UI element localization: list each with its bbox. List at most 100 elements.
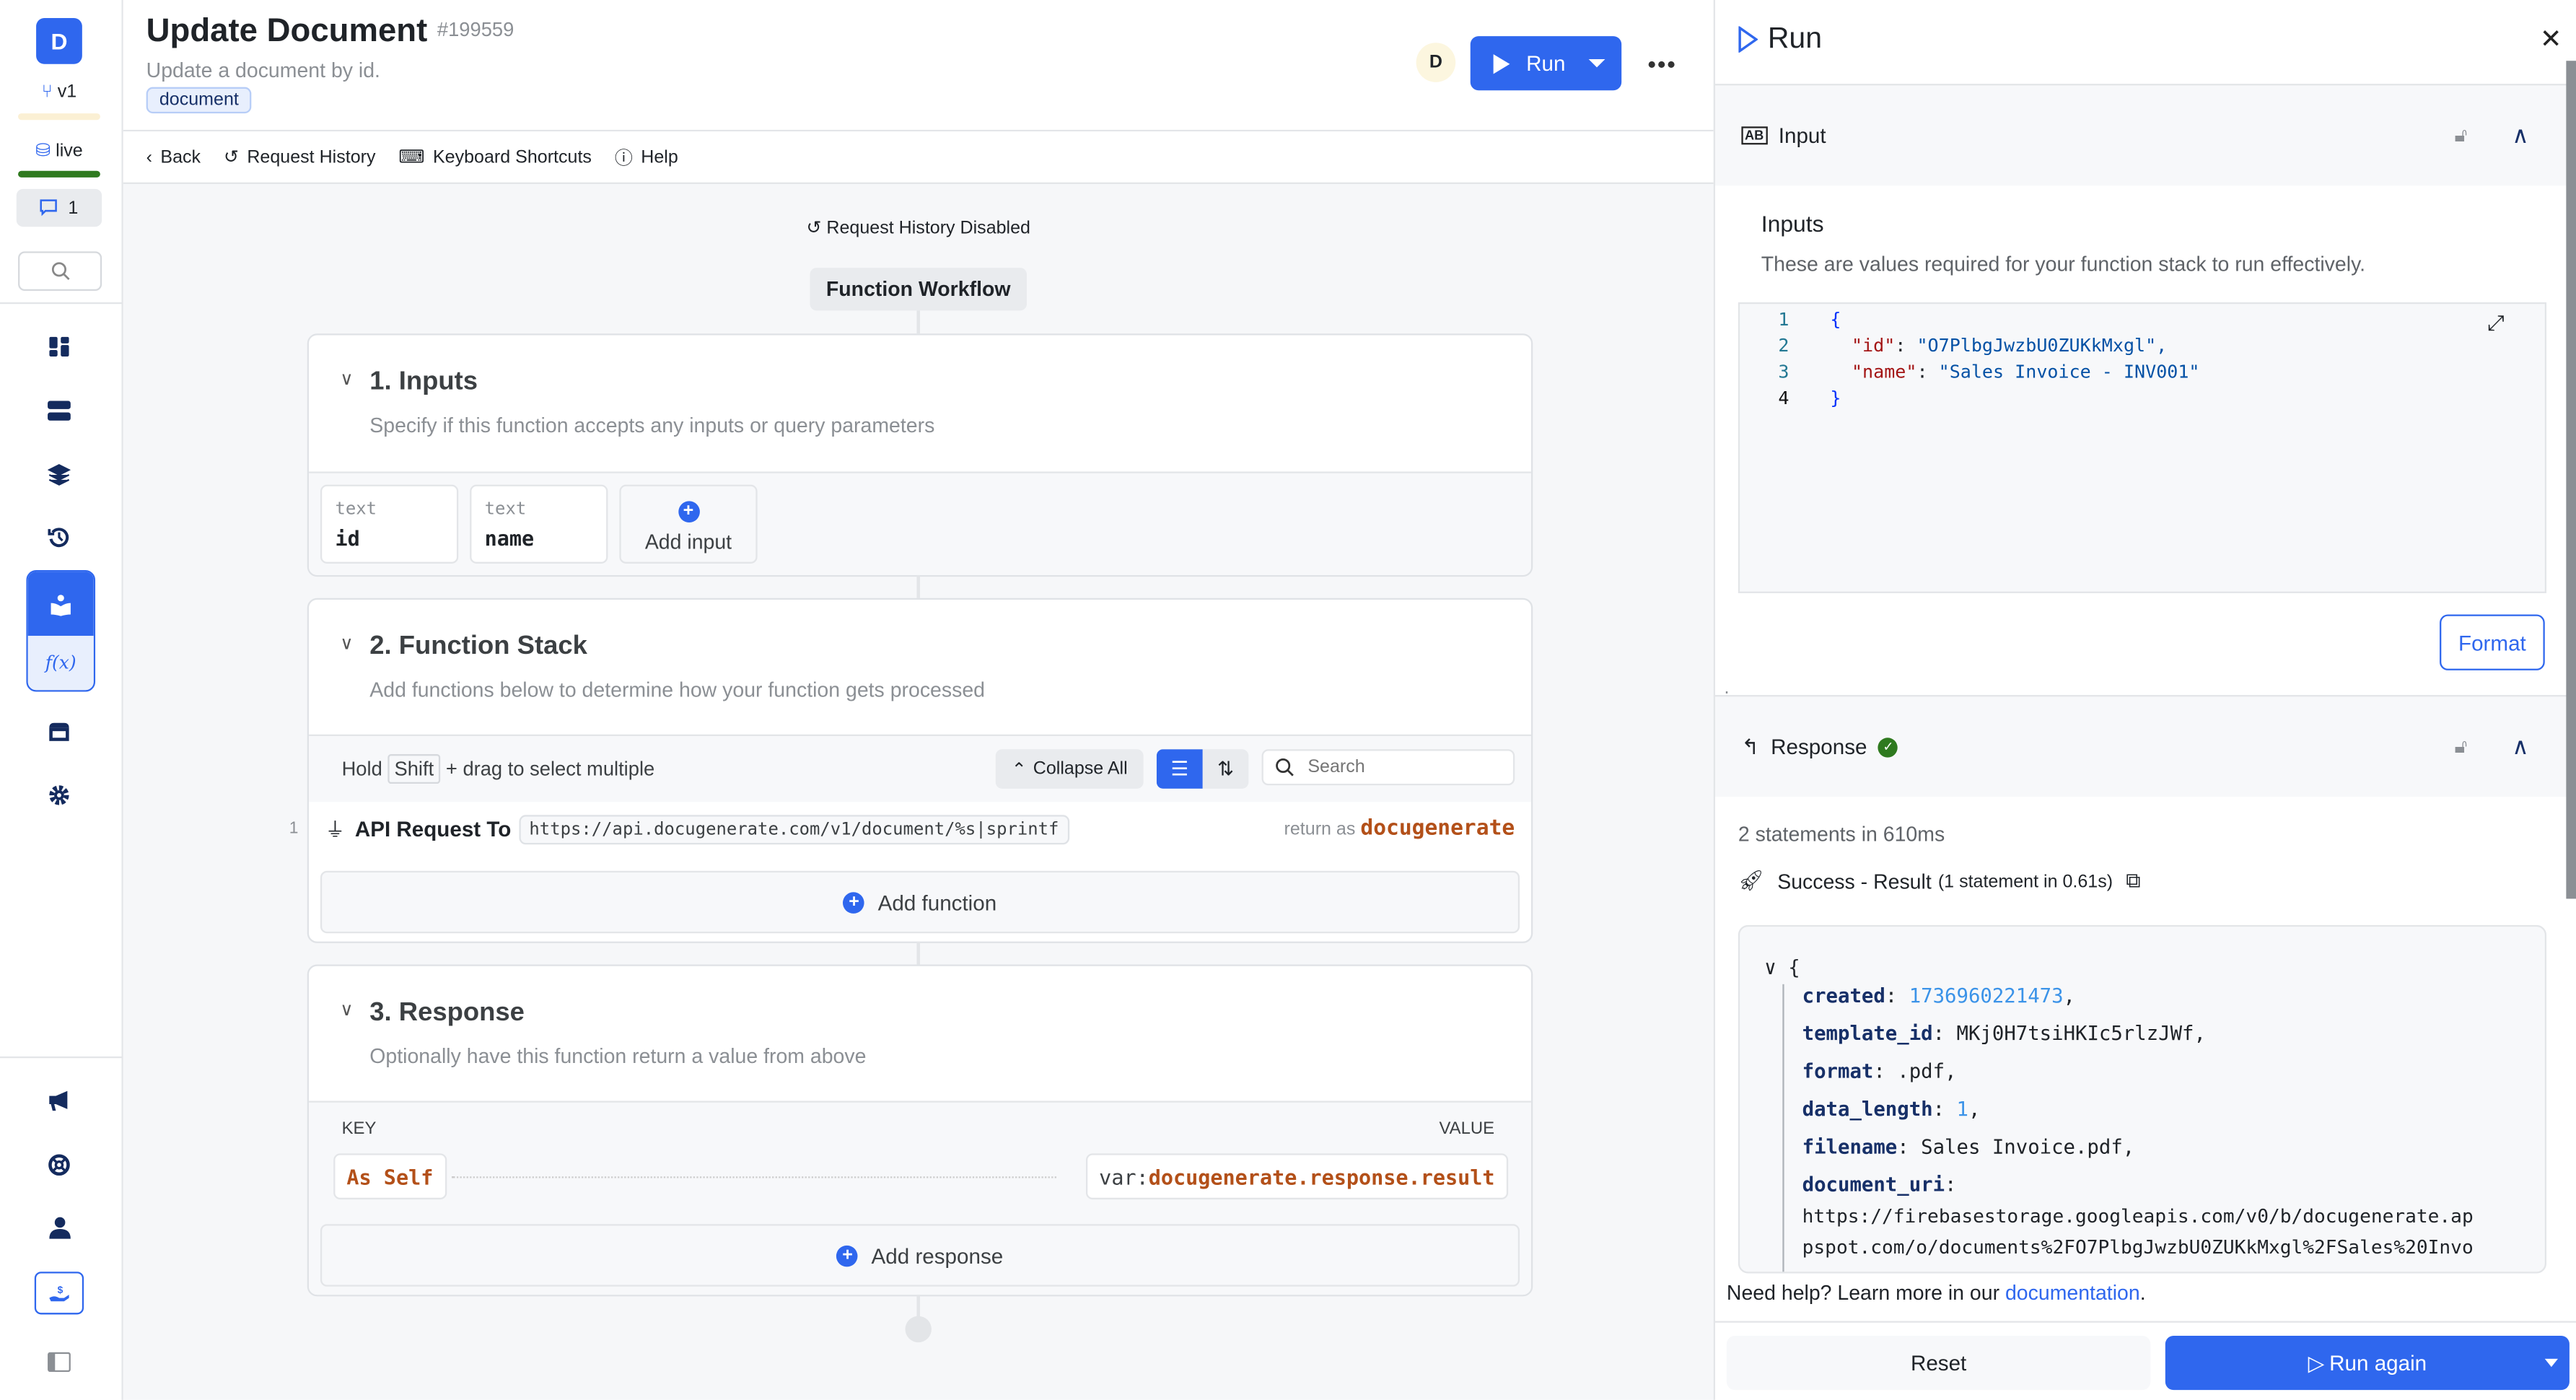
function-stack-toolbar: Hold Shift + drag to select multiple ⌃ C… <box>309 734 1531 804</box>
function-stack-title[interactable]: 2. Function Stack <box>369 633 587 662</box>
function-icon[interactable]: f(x) <box>27 636 94 691</box>
workflow-canvas: ↺ Request History Disabled Function Work… <box>123 184 1714 1400</box>
megaphone-icon[interactable] <box>41 1082 77 1119</box>
input-json-editor[interactable]: 1 2 3 4 { "id": "O7PlbgJwzbU0ZUKkMxgl", … <box>1738 302 2547 593</box>
branch-label: v1 <box>57 82 77 102</box>
plug-icon: ⏚ <box>325 818 346 841</box>
response-section-header[interactable]: ↰ Response ✓ 🔓︎ ∧ <box>1714 695 2568 797</box>
avatar[interactable]: D <box>1416 43 1456 82</box>
dashboard-icon[interactable] <box>41 328 77 364</box>
reset-button[interactable]: Reset <box>1726 1336 2151 1391</box>
copy-icon[interactable]: ⧉ <box>2126 869 2140 893</box>
input-section-header[interactable]: AB Input 🔓︎ ∧ <box>1714 84 2568 186</box>
rail-search-button[interactable] <box>18 251 102 291</box>
input-item[interactable]: text name <box>470 484 608 564</box>
branch-indicator <box>18 113 100 121</box>
rail-divider <box>0 302 122 305</box>
keyboard-shortcuts-button[interactable]: ⌨ Keyboard Shortcuts <box>398 146 592 168</box>
ab-icon: AB <box>1741 126 1767 145</box>
request-history-button[interactable]: ↺ Request History <box>224 146 376 167</box>
support-icon[interactable] <box>41 1147 77 1183</box>
list-view-icon[interactable]: ☰ <box>1156 749 1203 789</box>
result-label: 🚀︎ Success - Result (1 statement in 0.61… <box>1738 869 2141 893</box>
inputs-list: text id text name + Add input <box>309 471 1531 575</box>
comment-count: 1 <box>68 198 79 218</box>
database-icon[interactable] <box>41 393 77 429</box>
sidebar-toggle-icon[interactable] <box>41 1344 77 1380</box>
marketplace-icon[interactable] <box>41 713 77 749</box>
plus-circle-icon: + <box>678 501 699 523</box>
inputs-heading: Inputs <box>1761 210 1824 237</box>
plus-circle-icon: + <box>843 891 865 913</box>
function-search[interactable] <box>1261 749 1515 786</box>
branch-selector[interactable]: ⑂ v1 <box>17 82 102 102</box>
ordered-list-icon[interactable]: ⇅ <box>1203 749 1249 789</box>
environment-selector[interactable]: ⛁ live <box>17 140 102 162</box>
response-value[interactable]: var: docugenerate.response.result <box>1085 1153 1508 1200</box>
connector-line <box>916 310 921 334</box>
environment-label: live <box>56 141 83 162</box>
chevron-down-icon[interactable]: ∨ <box>340 368 353 389</box>
help-button[interactable]: ⓘ Help <box>615 144 678 170</box>
expand-icon[interactable]: ⤢ <box>2487 312 2505 337</box>
format-button[interactable]: Format <box>2440 614 2545 670</box>
settings-icon[interactable] <box>41 777 77 813</box>
user-icon[interactable] <box>41 1209 77 1246</box>
chevron-left-icon: ‹ <box>146 146 152 167</box>
function-stack-card: ∨ 2. Function Stack Add functions below … <box>307 598 1533 943</box>
play-outline-icon <box>1738 25 1758 52</box>
chevron-down-icon[interactable]: ∨ <box>340 999 353 1020</box>
response-json-viewer: ∨ { created: 1736960221473, template_id:… <box>1738 924 2547 1274</box>
add-response-button[interactable]: + Add response <box>320 1224 1520 1287</box>
collapse-toggle[interactable]: ∨ { <box>1764 956 1800 979</box>
function-id: #199559 <box>437 18 514 41</box>
back-button[interactable]: ‹ Back <box>146 147 201 167</box>
collapse-all-button[interactable]: ⌃ Collapse All <box>995 749 1144 789</box>
request-history-status: ↺ Request History Disabled <box>806 218 1031 239</box>
documentation-link[interactable]: documentation <box>2005 1282 2140 1305</box>
left-rail: D ⑂ v1 ⛁ live 1 f(x) $ <box>0 0 123 1400</box>
run-dropdown-icon[interactable] <box>1588 58 1605 68</box>
layers-icon[interactable] <box>41 457 77 493</box>
run-panel-scrollbar[interactable] <box>2566 61 2576 899</box>
tag-badge[interactable]: document <box>146 87 253 114</box>
page-title: Update Document #199559 <box>146 13 514 51</box>
json-field: document_uri: <box>1802 1173 1957 1196</box>
rocket-icon: 🚀︎ <box>1738 869 1764 893</box>
chevron-up-icon[interactable]: ∧ <box>2512 732 2528 761</box>
connector-line <box>916 941 921 965</box>
comments-button[interactable]: 1 <box>16 188 102 227</box>
chevron-up-icon[interactable]: ∧ <box>2512 121 2528 149</box>
keyboard-icon: ⌨ <box>398 147 425 168</box>
add-function-button[interactable]: + Add function <box>320 870 1520 934</box>
inputs-description: These are values required for your funct… <box>1761 253 2366 276</box>
unlock-icon[interactable]: 🔓︎ <box>2455 123 2468 148</box>
play-outline-icon: ▷ <box>2308 1349 2325 1375</box>
input-item[interactable]: text id <box>320 484 459 564</box>
library-icon[interactable] <box>27 572 94 636</box>
run-button[interactable]: Run <box>1470 36 1622 91</box>
json-field: created: 1736960221473, <box>1802 984 2076 1007</box>
add-input-button[interactable]: + Add input <box>619 484 758 564</box>
unlock-icon[interactable]: 🔓︎ <box>2455 735 2468 759</box>
chevron-down-icon[interactable]: ∨ <box>340 633 353 654</box>
run-again-button[interactable]: ▷ Run again <box>2165 1336 2570 1391</box>
page-header: Update Document #199559 Update a document… <box>123 0 1714 132</box>
footer-divider <box>1714 1321 2576 1323</box>
run-again-dropdown-icon[interactable] <box>2544 1358 2558 1368</box>
history-icon[interactable] <box>41 519 77 555</box>
billing-icon[interactable]: $ <box>34 1272 84 1315</box>
function-search-input[interactable] <box>1304 756 1492 779</box>
json-uri-line: https://firebasestorage.googleapis.com/v… <box>1802 1204 2474 1228</box>
close-icon[interactable]: ✕ <box>2540 23 2562 56</box>
inputs-title[interactable]: 1. Inputs <box>369 368 478 398</box>
function-row[interactable]: ⏚ API Request To https://api.docugenerat… <box>309 802 1531 857</box>
response-title[interactable]: 3. Response <box>369 999 525 1028</box>
value-header: VALUE <box>1439 1119 1495 1139</box>
workspace-logo[interactable]: D <box>36 18 82 64</box>
more-options-button[interactable]: ••• <box>1648 51 1677 77</box>
history-icon: ↺ <box>806 218 822 239</box>
search-icon <box>51 262 69 281</box>
response-key[interactable]: As Self <box>333 1153 447 1200</box>
app-window: D ⑂ v1 ⛁ live 1 f(x) $ Update Document #… <box>0 0 2576 1400</box>
